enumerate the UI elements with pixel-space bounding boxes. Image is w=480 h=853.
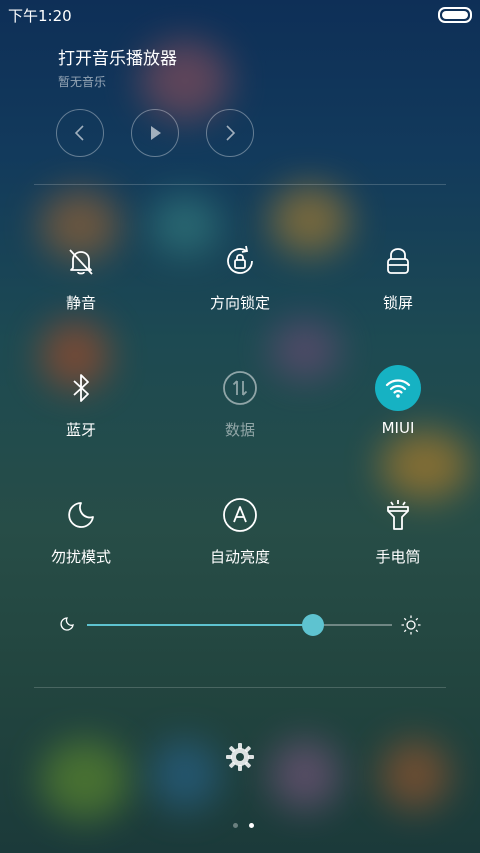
slider-fill (87, 624, 313, 626)
next-icon (226, 125, 236, 141)
brightness-slider[interactable] (56, 612, 426, 638)
toggle-flashlight[interactable]: 手电筒 (338, 492, 458, 567)
previous-icon (74, 125, 84, 141)
toggle-bluetooth[interactable]: 蓝牙 (21, 365, 141, 440)
status-bar: 下午1:20 (0, 0, 480, 28)
toggle-mobile-data-label: 数据 (224, 421, 255, 439)
page-indicator (230, 813, 257, 832)
next-button[interactable] (206, 109, 254, 157)
settings-button[interactable] (224, 741, 256, 777)
status-time: 下午1:20 (8, 7, 72, 25)
toggle-wifi-label: MIUI (381, 419, 415, 437)
play-button[interactable] (131, 109, 179, 157)
toggle-rotation-lock-label: 方向锁定 (209, 294, 270, 312)
toggle-do-not-disturb-label: 勿扰模式 (50, 548, 111, 566)
auto-brightness-icon (217, 492, 263, 538)
toggle-do-not-disturb[interactable]: 勿扰模式 (21, 492, 141, 567)
gear-icon (226, 743, 254, 771)
toggle-mute[interactable]: 静音 (21, 238, 141, 313)
mobile-data-icon (217, 365, 263, 411)
moon-icon (58, 492, 104, 538)
toggle-bluetooth-label: 蓝牙 (65, 421, 96, 439)
slider-thumb[interactable] (301, 614, 324, 636)
toggle-rotation-lock[interactable]: 方向锁定 (180, 238, 300, 313)
play-icon (151, 126, 161, 140)
divider-bottom (34, 687, 446, 688)
slider-track[interactable] (87, 614, 392, 636)
sun-icon (401, 615, 421, 635)
page-dot-active[interactable] (249, 823, 255, 828)
moon-icon (60, 617, 74, 631)
rotation-lock-icon (217, 238, 263, 284)
music-subtitle: 暂无音乐 (58, 75, 107, 89)
toggle-wifi[interactable]: MIUI (338, 365, 458, 437)
toggle-lock-screen[interactable]: 锁屏 (338, 238, 458, 313)
music-title[interactable]: 打开音乐播放器 (58, 44, 177, 69)
lock-icon (375, 238, 421, 284)
toggle-flashlight-label: 手电筒 (375, 548, 421, 566)
battery-icon (438, 7, 472, 23)
flashlight-icon (375, 492, 421, 538)
toggle-auto-brightness-label: 自动亮度 (209, 548, 270, 566)
toggle-auto-brightness[interactable]: 自动亮度 (180, 492, 300, 567)
bluetooth-icon (58, 365, 104, 411)
music-widget[interactable]: 打开音乐播放器 暂无音乐 (58, 44, 177, 90)
divider-top (34, 184, 446, 185)
bell-off-icon (58, 238, 104, 284)
toggle-lock-screen-label: 锁屏 (382, 294, 413, 312)
previous-button[interactable] (56, 109, 104, 157)
music-controls (56, 109, 276, 159)
toggle-mute-label: 静音 (65, 294, 96, 312)
page-dot[interactable] (233, 823, 238, 828)
toggle-mobile-data[interactable]: 数据 (180, 365, 300, 440)
wifi-icon (375, 365, 421, 411)
